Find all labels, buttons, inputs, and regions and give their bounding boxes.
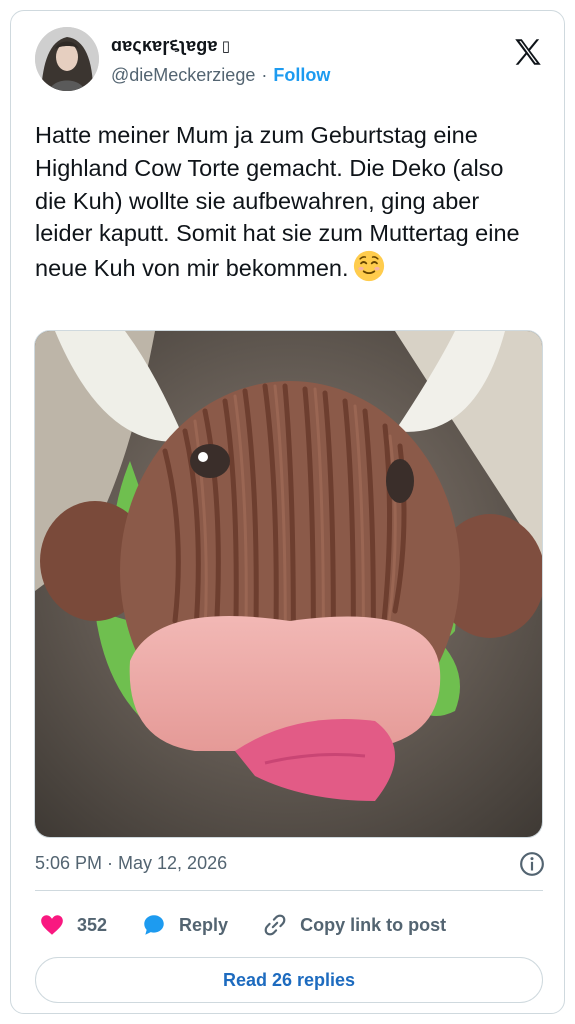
relieved-face-emoji <box>353 251 384 282</box>
heart-icon <box>41 915 63 935</box>
tweet-text: Hatte meiner Mum ja zum Geburtstag eine … <box>35 119 540 285</box>
display-name[interactable]: ɑɐςĸɐɼ૬ʅɐɡɐ <box>111 35 218 56</box>
reply-label: Reply <box>179 914 229 935</box>
divider <box>35 890 543 891</box>
copy-link-label: Copy link to post <box>300 914 447 935</box>
timestamp-row: 5:06 PM · May 12, 2026 <box>35 851 545 881</box>
like-button[interactable]: 352 <box>39 912 107 938</box>
reply-bubble-icon <box>144 915 164 935</box>
copy-link-button[interactable]: Copy link to post <box>262 912 446 938</box>
handle-row: @dieMeckerziege · Follow <box>111 65 330 86</box>
user-handle[interactable]: @dieMeckerziege <box>111 65 255 86</box>
tweet-card: ɑɐςĸɐɼ૬ʅɐɡɐ ▯ @dieMeckerziege · Follow H… <box>10 10 565 1014</box>
name-row: ɑɐςĸɐɼ૬ʅɐɡɐ ▯ <box>111 35 230 56</box>
reply-button[interactable]: Reply <box>141 912 228 938</box>
avatar-photo <box>35 27 99 91</box>
tweet-timestamp[interactable]: 5:06 PM · May 12, 2026 <box>35 853 227 874</box>
avatar[interactable] <box>35 27 99 91</box>
name-suffix-glyph: ▯ <box>221 36 230 55</box>
tweet-body: Hatte meiner Mum ja zum Geburtstag eine … <box>35 122 527 282</box>
info-icon[interactable] <box>519 851 545 877</box>
tweet-media-image[interactable] <box>34 330 543 838</box>
follow-button[interactable]: Follow <box>273 65 330 86</box>
x-logo-icon[interactable] <box>511 35 545 69</box>
read-replies-button[interactable]: Read 26 replies <box>35 957 543 1003</box>
handle-separator: · <box>261 65 268 85</box>
link-icon <box>264 914 286 936</box>
like-count: 352 <box>77 914 108 935</box>
tweet-header: ɑɐςĸɐɼ૬ʅɐɡɐ ▯ @dieMeckerziege · Follow <box>35 27 545 97</box>
highland-cow-cake-photo <box>35 331 542 837</box>
tweet-actions: 352 Reply Copy link to post <box>35 905 545 945</box>
